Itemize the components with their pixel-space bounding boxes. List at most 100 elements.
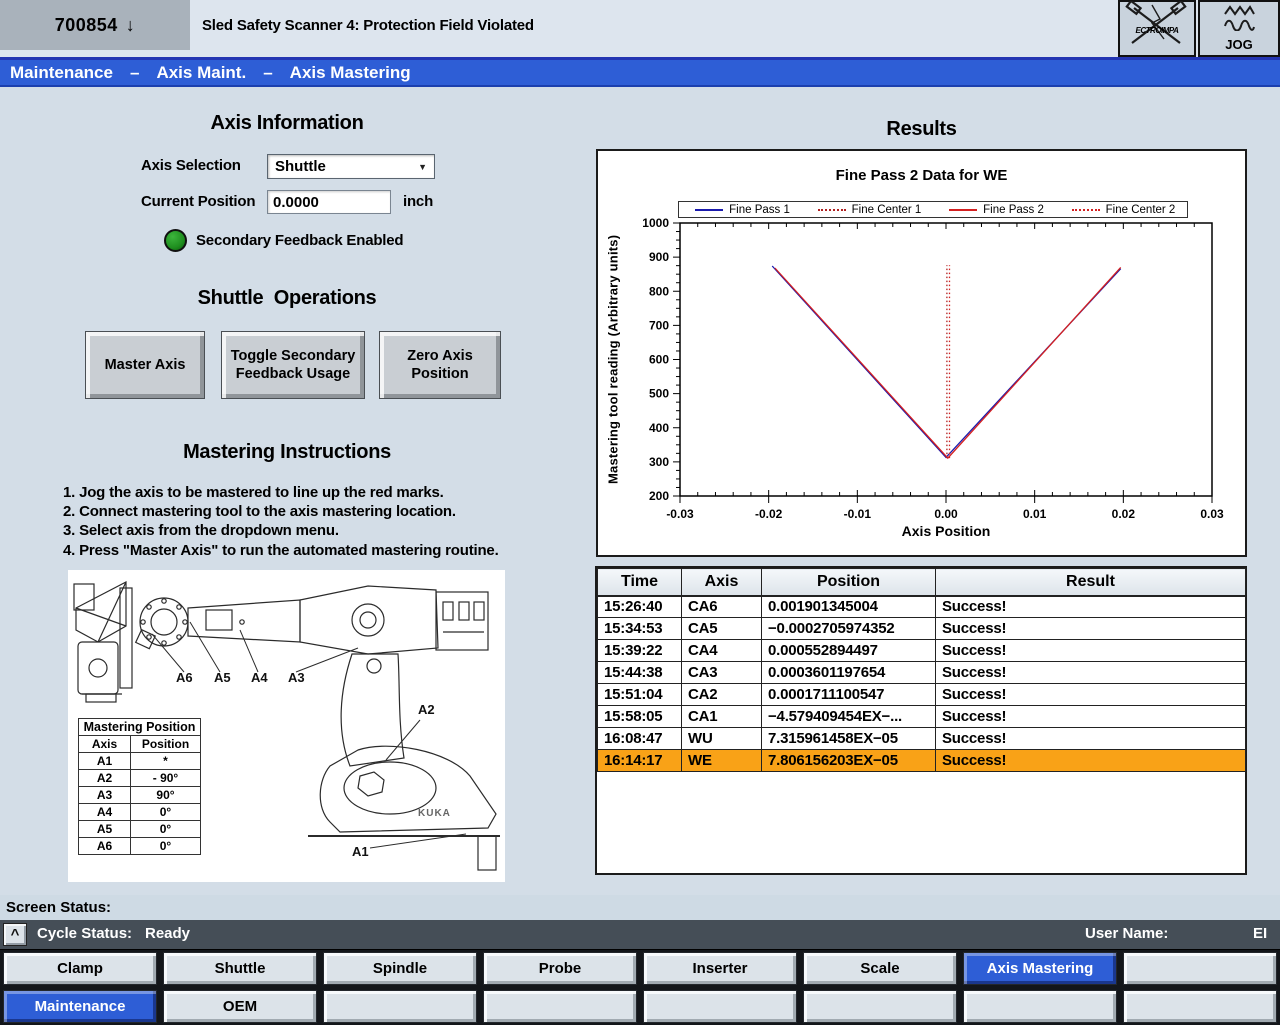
cycle-status-label: Cycle Status: bbox=[37, 925, 132, 942]
user-name-label: User Name: bbox=[1085, 925, 1168, 942]
operations-title: Shuttle Operations bbox=[0, 287, 574, 310]
screen-status-bar: Screen Status: bbox=[0, 895, 1280, 920]
result-cell: 15:51:04 bbox=[598, 684, 682, 706]
result-cell: CA1 bbox=[682, 706, 762, 728]
results-column-header: Position bbox=[762, 569, 936, 596]
result-row[interactable]: 15:44:38CA30.0003601197654Success! bbox=[598, 662, 1246, 684]
logo-button[interactable]: ECTROIMPA bbox=[1118, 0, 1196, 57]
svg-text:-0.02: -0.02 bbox=[755, 507, 783, 521]
softkey-label: Inserter bbox=[692, 960, 747, 977]
instruction-step: 1. Jog the axis to be mastered to line u… bbox=[63, 483, 533, 502]
result-row[interactable]: 15:39:22CA40.000552894497Success! bbox=[598, 640, 1246, 662]
softkey-empty[interactable] bbox=[803, 990, 957, 1023]
results-column-header: Axis bbox=[682, 569, 762, 596]
result-cell: 15:39:22 bbox=[598, 640, 682, 662]
softkey-maintenance[interactable]: Maintenance bbox=[3, 990, 157, 1023]
joint-label: A1 bbox=[352, 844, 369, 859]
result-cell: CA4 bbox=[682, 640, 762, 662]
joint-label: A4 bbox=[251, 670, 268, 685]
softkey-inserter[interactable]: Inserter bbox=[643, 952, 797, 985]
result-cell: −0.0002705974352 bbox=[762, 618, 936, 640]
softkey-oem[interactable]: OEM bbox=[163, 990, 317, 1023]
svg-text:600: 600 bbox=[649, 353, 669, 367]
mini-table-cell: 0° bbox=[131, 838, 201, 855]
result-cell: 0.0003601197654 bbox=[762, 662, 936, 684]
axis-selection-dropdown[interactable]: Shuttle ▼ bbox=[267, 154, 435, 179]
svg-text:0.01: 0.01 bbox=[1023, 507, 1047, 521]
result-cell: 0.000552894497 bbox=[762, 640, 936, 662]
result-cell: 16:14:17 bbox=[598, 750, 682, 772]
chevron-up-icon: ^ bbox=[11, 926, 20, 943]
collapse-button[interactable]: ^ bbox=[3, 923, 27, 946]
result-cell: Success! bbox=[936, 728, 1246, 750]
jog-waveform-icon bbox=[1222, 5, 1256, 36]
softkey-empty[interactable] bbox=[963, 990, 1117, 1023]
softkey-cell bbox=[1120, 950, 1280, 988]
op-button-zero-axis-position[interactable]: Zero Axis Position bbox=[379, 331, 501, 399]
result-cell: 7.315961458EX−05 bbox=[762, 728, 936, 750]
softkey-empty[interactable] bbox=[643, 990, 797, 1023]
chart-plot: -0.03-0.02-0.010.000.010.020.03200300400… bbox=[598, 151, 1249, 558]
alarm-dropdown-arrow-icon[interactable]: ↓ bbox=[126, 15, 136, 36]
result-cell: CA6 bbox=[682, 596, 762, 618]
softkey-cell: Inserter bbox=[640, 950, 800, 988]
softkey-cell bbox=[800, 988, 960, 1025]
softkey-clamp[interactable]: Clamp bbox=[3, 952, 157, 985]
results-title: Results bbox=[596, 118, 1247, 141]
breadcrumb-separator: – bbox=[130, 63, 139, 83]
jog-mode-button[interactable]: JOG bbox=[1198, 0, 1280, 57]
svg-text:800: 800 bbox=[649, 284, 669, 298]
result-row[interactable]: 15:26:40CA60.001901345004Success! bbox=[598, 596, 1246, 618]
result-cell: 15:34:53 bbox=[598, 618, 682, 640]
softkey-scale[interactable]: Scale bbox=[803, 952, 957, 985]
breadcrumb-separator: – bbox=[263, 63, 272, 83]
softkey-cell: Axis Mastering bbox=[960, 950, 1120, 988]
svg-text:900: 900 bbox=[649, 250, 669, 264]
joint-label: A6 bbox=[176, 670, 193, 685]
mini-table-cell: A1 bbox=[79, 753, 131, 770]
joint-label: A5 bbox=[214, 670, 231, 685]
result-row[interactable]: 16:14:17WE7.806156203EX−05Success! bbox=[598, 750, 1246, 772]
softkey-label: OEM bbox=[223, 998, 257, 1015]
chart-x-axis-label: Axis Position bbox=[680, 523, 1212, 539]
result-cell: CA3 bbox=[682, 662, 762, 684]
softkey-empty[interactable] bbox=[323, 990, 477, 1023]
result-row[interactable]: 15:58:05CA1−4.579409454EX−...Success! bbox=[598, 706, 1246, 728]
softkey-shuttle[interactable]: Shuttle bbox=[163, 952, 317, 985]
current-position-field[interactable]: 0.0000 bbox=[267, 190, 391, 214]
softkey-cell bbox=[640, 988, 800, 1025]
op-button-toggle-secondary-feedback-usage[interactable]: Toggle Secondary Feedback Usage bbox=[221, 331, 365, 399]
mini-table-cell: * bbox=[131, 753, 201, 770]
instructions-title: Mastering Instructions bbox=[0, 441, 574, 464]
softkey-label: Maintenance bbox=[35, 998, 126, 1015]
softkey-cell: Scale bbox=[800, 950, 960, 988]
result-cell: CA2 bbox=[682, 684, 762, 706]
instruction-step: 3. Select axis from the dropdown menu. bbox=[63, 521, 533, 540]
softkey-probe[interactable]: Probe bbox=[483, 952, 637, 985]
svg-text:0.03: 0.03 bbox=[1200, 507, 1224, 521]
softkey-axis-mastering[interactable]: Axis Mastering bbox=[963, 952, 1117, 985]
top-bar: 700854 ↓ Sled Safety Scanner 4: Protecti… bbox=[0, 0, 1280, 57]
result-row[interactable]: 15:51:04CA20.0001711100547Success! bbox=[598, 684, 1246, 706]
jog-label: JOG bbox=[1225, 37, 1252, 52]
current-position-value: 0.0000 bbox=[273, 194, 319, 211]
logo-text: ECTROIMPA bbox=[1136, 26, 1179, 35]
softkey-empty[interactable] bbox=[1123, 952, 1277, 985]
breadcrumb-item: Axis Mastering bbox=[290, 63, 411, 83]
softkey-cell: Spindle bbox=[320, 950, 480, 988]
result-row[interactable]: 15:34:53CA5−0.0002705974352Success! bbox=[598, 618, 1246, 640]
mini-table-cell: 0° bbox=[131, 821, 201, 838]
softkey-empty[interactable] bbox=[1123, 990, 1277, 1023]
mini-table-cell: 0° bbox=[131, 804, 201, 821]
op-button-master-axis[interactable]: Master Axis bbox=[85, 331, 205, 399]
result-row[interactable]: 16:08:47WU7.315961458EX−05Success! bbox=[598, 728, 1246, 750]
breadcrumb-item: Axis Maint. bbox=[156, 63, 246, 83]
mini-table-cell: 90° bbox=[131, 787, 201, 804]
mini-table-cell: - 90° bbox=[131, 770, 201, 787]
softkey-cell bbox=[480, 988, 640, 1025]
mini-table-header: Axis bbox=[79, 736, 131, 753]
result-cell: 16:08:47 bbox=[598, 728, 682, 750]
alarm-number-box[interactable]: 700854 ↓ bbox=[0, 0, 190, 50]
softkey-empty[interactable] bbox=[483, 990, 637, 1023]
softkey-spindle[interactable]: Spindle bbox=[323, 952, 477, 985]
